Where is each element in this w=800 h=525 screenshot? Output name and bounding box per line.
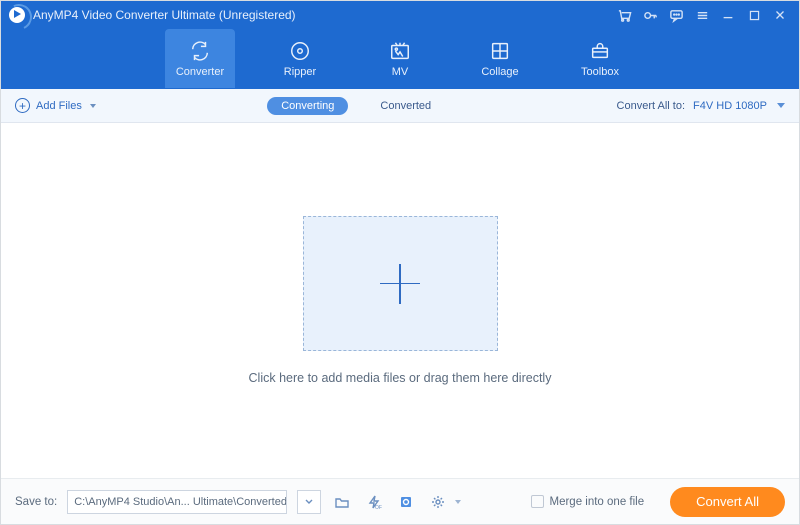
subtab-converting[interactable]: Converting — [267, 97, 348, 115]
output-format-value: F4V HD 1080P — [693, 100, 767, 112]
dropzone-hint: Click here to add media files or drag th… — [249, 371, 552, 385]
main-area: Click here to add media files or drag th… — [1, 123, 799, 478]
app-title: AnyMP4 Video Converter Ultimate (Unregis… — [33, 8, 296, 22]
subtab-converted[interactable]: Converted — [366, 97, 445, 115]
titlebar: AnyMP4 Video Converter Ultimate (Unregis… — [1, 1, 799, 29]
app-logo-icon — [9, 7, 25, 23]
app-window: AnyMP4 Video Converter Ultimate (Unregis… — [0, 0, 800, 525]
tab-label: MV — [392, 66, 409, 78]
hw-accel-button[interactable]: OFF — [363, 490, 385, 514]
convert-all-label: Convert All — [696, 494, 759, 509]
tab-collage[interactable]: Collage — [465, 29, 535, 88]
save-path-dropdown[interactable] — [297, 490, 321, 514]
menu-icon[interactable] — [689, 1, 715, 29]
save-to-label: Save to: — [15, 496, 57, 508]
maximize-button[interactable] — [741, 1, 767, 29]
plus-icon — [380, 264, 420, 304]
settings-button[interactable] — [427, 490, 449, 514]
add-files-button[interactable]: Add Files — [15, 98, 96, 113]
plus-circle-icon — [15, 98, 30, 113]
toolbar: Add Files Converting Converted Convert A… — [1, 89, 799, 123]
dropzone[interactable] — [303, 216, 498, 351]
nav-tabs: Converter Ripper MV Collage Toolbox — [1, 29, 799, 89]
merge-label: Merge into one file — [550, 496, 645, 508]
tab-toolbox[interactable]: Toolbox — [565, 29, 635, 88]
output-format-select[interactable]: F4V HD 1080P — [693, 100, 785, 112]
tab-label: Ripper — [284, 66, 316, 78]
minimize-button[interactable] — [715, 1, 741, 29]
chevron-down-icon[interactable] — [455, 500, 461, 504]
merge-checkbox[interactable]: Merge into one file — [531, 495, 645, 508]
tab-label: Toolbox — [581, 66, 619, 78]
tab-mv[interactable]: MV — [365, 29, 435, 88]
svg-text:OFF: OFF — [375, 505, 382, 510]
cart-icon[interactable] — [611, 1, 637, 29]
gpu-button[interactable] — [395, 490, 417, 514]
tab-label: Converter — [176, 66, 224, 78]
tab-label: Collage — [481, 66, 518, 78]
convert-all-button[interactable]: Convert All — [670, 487, 785, 517]
checkbox-icon — [531, 495, 544, 508]
save-path-field[interactable]: C:\AnyMP4 Studio\An... Ultimate\Converte… — [67, 490, 287, 514]
chevron-down-icon — [777, 103, 785, 108]
convert-all-to-label: Convert All to: — [617, 100, 685, 112]
open-folder-button[interactable] — [331, 490, 353, 514]
bottom-bar: Save to: C:\AnyMP4 Studio\An... Ultimate… — [1, 478, 799, 524]
close-button[interactable] — [767, 1, 793, 29]
chevron-down-icon — [90, 104, 96, 108]
feedback-icon[interactable] — [663, 1, 689, 29]
save-path-value: C:\AnyMP4 Studio\An... Ultimate\Converte… — [74, 496, 287, 508]
add-files-label: Add Files — [36, 100, 82, 112]
tab-ripper[interactable]: Ripper — [265, 29, 335, 88]
key-icon[interactable] — [637, 1, 663, 29]
tab-converter[interactable]: Converter — [165, 29, 235, 88]
